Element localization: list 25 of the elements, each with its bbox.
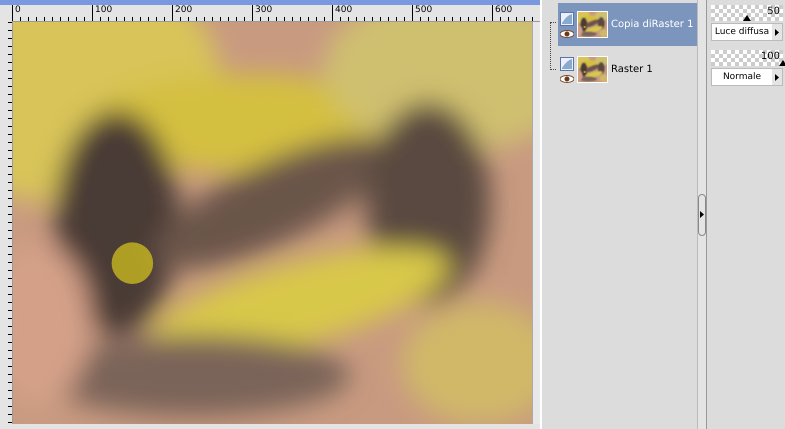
ruler-label: 500 [412, 5, 432, 21]
ruler-label: 200 [172, 5, 192, 21]
arrow-icon [700, 211, 704, 218]
blend-mode-dropdown[interactable]: Normale [711, 68, 783, 86]
ruler-label: 300 [252, 5, 272, 21]
ruler-label: 600 [492, 5, 512, 21]
ruler-label: 400 [332, 5, 352, 21]
layer-row[interactable]: Raster 1 [558, 48, 697, 91]
ruler-label: 100 [92, 5, 112, 21]
layer-name: Copia diRaster 1 [611, 19, 694, 30]
opacity-slider[interactable]: 50 [711, 5, 783, 21]
opacity-value: 50 [767, 5, 780, 19]
ruler-label: 0 [12, 5, 21, 21]
opacity-value: 100 [760, 50, 780, 64]
group-bracket [550, 22, 556, 70]
layer-icon [560, 56, 574, 70]
arrow-icon [775, 28, 779, 36]
layer-name: Raster 1 [611, 64, 653, 75]
blend-mode-dropdown[interactable]: Luce diffusa [711, 23, 783, 41]
opacity-slider[interactable]: 100 [711, 50, 783, 66]
splitter-handle[interactable] [698, 194, 706, 236]
eye-icon[interactable] [560, 30, 574, 38]
arrow-icon [775, 74, 779, 80]
eye-icon[interactable] [560, 74, 574, 82]
layer-icon [560, 12, 574, 26]
